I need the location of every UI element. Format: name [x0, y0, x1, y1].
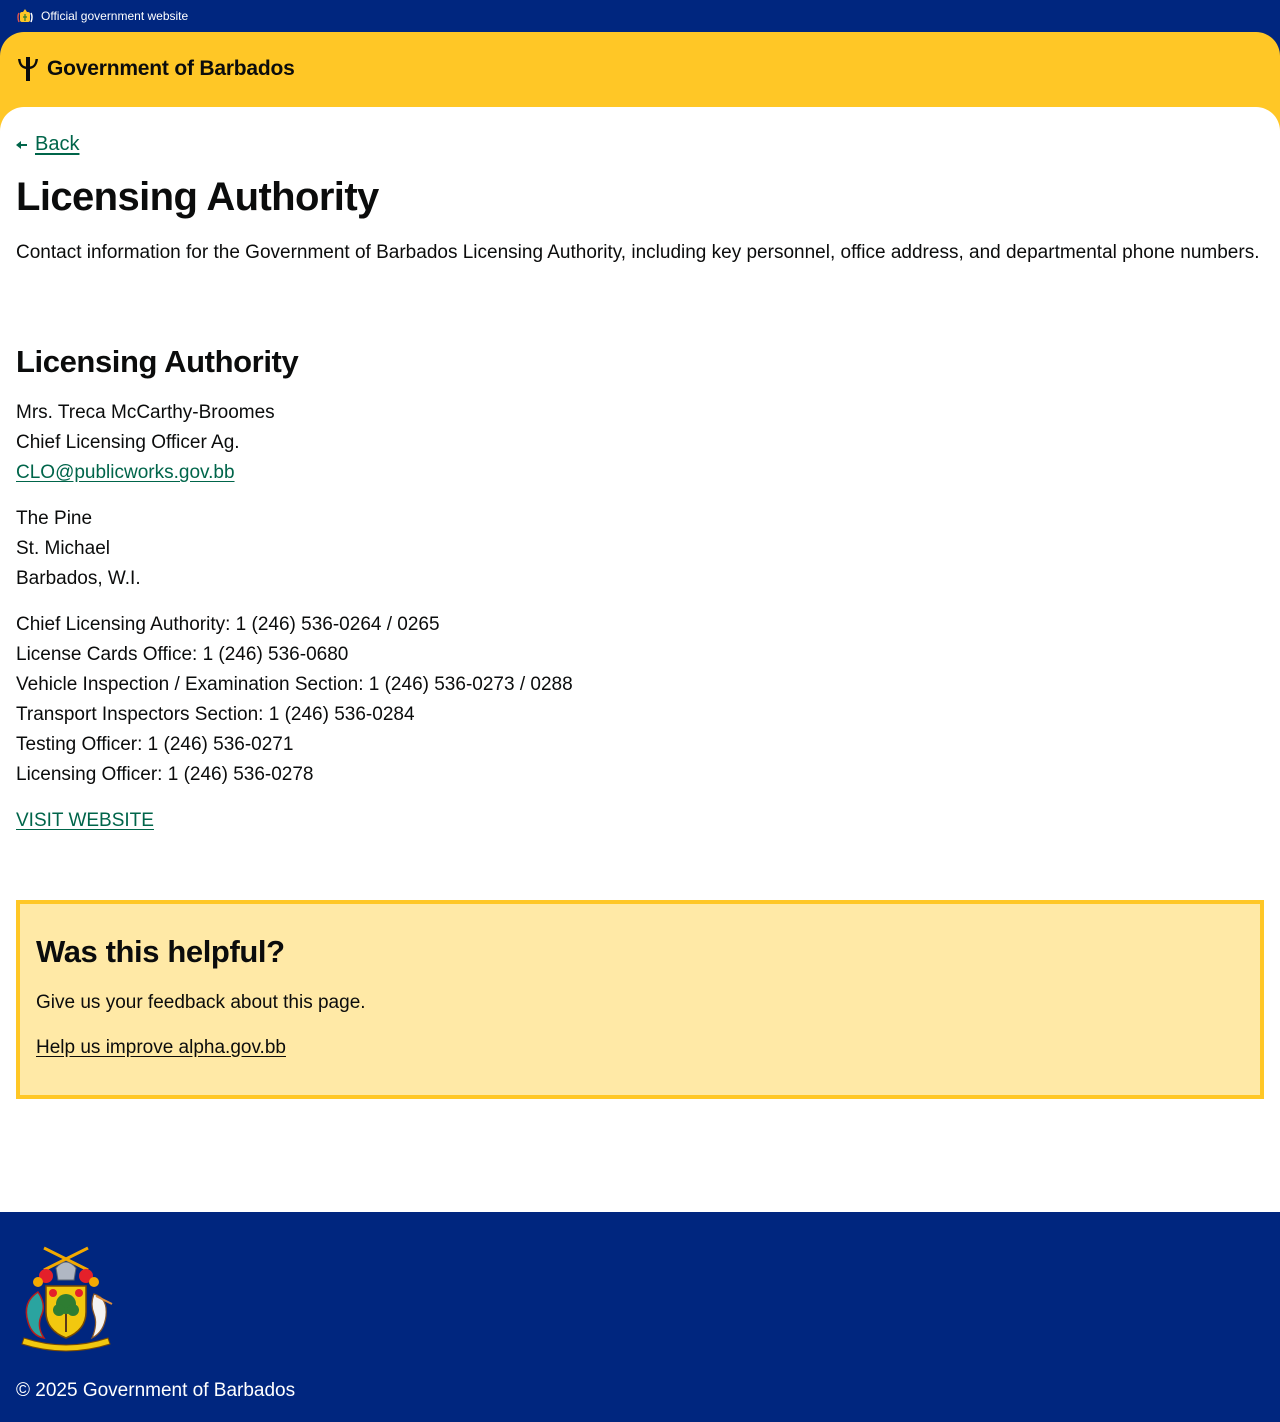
phone-entry: Licensing Officer: 1 (246) 536-0278	[16, 764, 314, 785]
brand-name: Government of Barbados	[47, 57, 295, 80]
office-address: The Pine St. Michael Barbados, W.I.	[16, 504, 141, 594]
visit-website-link[interactable]: VISIT WEBSITE	[16, 810, 154, 831]
crest-icon	[17, 9, 33, 23]
feedback-text: Give us your feedback about this page.	[36, 992, 366, 1013]
official-website-label: Official government website	[41, 9, 189, 23]
address-line: St. Michael	[16, 538, 110, 559]
feedback-title: Was this helpful?	[36, 934, 285, 969]
feedback-panel: Was this helpful? Give us your feedback …	[16, 900, 1264, 1099]
visit-website-wrapper: VISIT WEBSITE	[16, 806, 154, 836]
phone-entry: Chief Licensing Authority: 1 (246) 536-0…	[16, 614, 440, 635]
contact-role: Chief Licensing Officer Ag.	[16, 432, 240, 453]
phone-entry: Vehicle Inspection / Examination Section…	[16, 674, 573, 695]
site-footer: © 2025 Government of Barbados	[0, 1212, 1280, 1422]
page-title: Licensing Authority	[16, 175, 379, 219]
footer-copyright: © 2025 Government of Barbados	[16, 1380, 296, 1401]
section-title: Licensing Authority	[16, 344, 299, 379]
back-link-label[interactable]: Back	[35, 133, 79, 156]
back-link[interactable]: Back	[16, 133, 79, 156]
arrow-left-icon	[16, 140, 27, 149]
address-line: The Pine	[16, 508, 93, 529]
page-intro: Contact information for the Government o…	[16, 242, 1260, 263]
feedback-link[interactable]: Help us improve alpha.gov.bb	[36, 1037, 286, 1059]
brand-home-link[interactable]: Government of Barbados	[16, 56, 295, 82]
phone-entry: Testing Officer: 1 (246) 536-0271	[16, 734, 294, 755]
coat-of-arms-icon	[21, 1246, 113, 1352]
contact-email-link[interactable]: CLO@publicworks.gov.bb	[16, 462, 235, 483]
phone-entry: Transport Inspectors Section: 1 (246) 53…	[16, 704, 415, 725]
official-banner: Official government website	[0, 0, 1280, 32]
contact-person: Mrs. Treca McCarthy-Broomes Chief Licens…	[16, 398, 275, 488]
phone-list: Chief Licensing Authority: 1 (246) 536-0…	[16, 610, 573, 790]
main-content: Back Licensing Authority Contact informa…	[0, 107, 1280, 1212]
phone-entry: License Cards Office: 1 (246) 536-0680	[16, 644, 349, 665]
trident-icon	[18, 57, 38, 81]
contact-name: Mrs. Treca McCarthy-Broomes	[16, 402, 275, 423]
address-line: Barbados, W.I.	[16, 568, 141, 589]
